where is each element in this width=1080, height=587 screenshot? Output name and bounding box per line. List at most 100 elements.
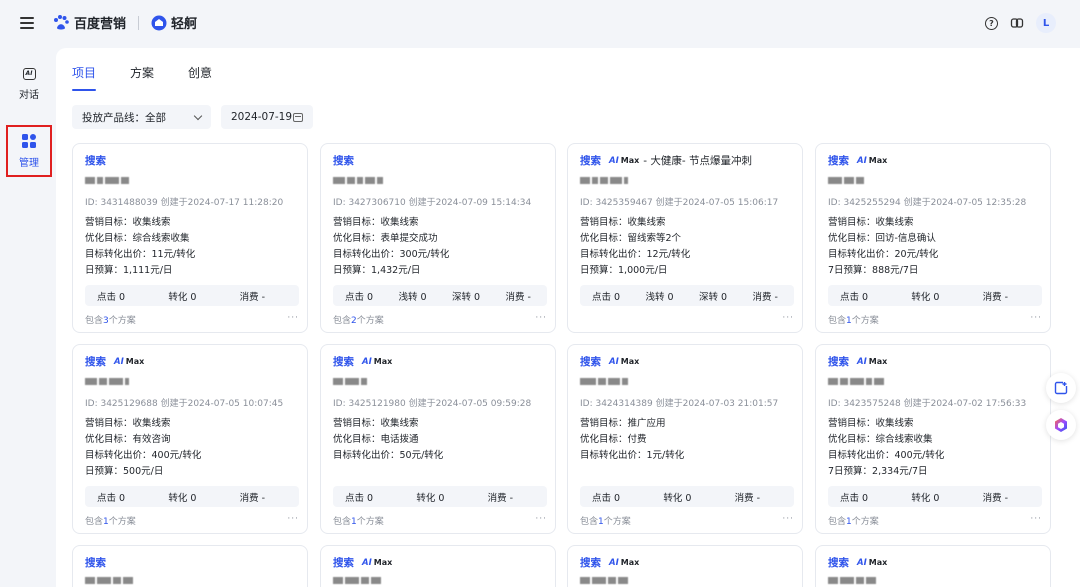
info-line: 目标转化出价：400元/转化: [828, 450, 945, 461]
card-stats: 点击 0 转化 0 消费 -: [828, 285, 1042, 306]
channel-tag: 搜索: [85, 557, 106, 569]
product-name: 轻舸: [171, 17, 198, 32]
date-picker[interactable]: 2024-07-19: [221, 105, 313, 129]
project-meta: ID: 3425359467 创建于2024-07-05 15:06:17: [580, 198, 779, 208]
plan-count[interactable]: 包含1个方案: [85, 514, 136, 527]
menu-icon[interactable]: [20, 17, 34, 29]
stat-item: 消费 -: [239, 291, 266, 303]
project-info: 营销目标：收集线索 优化目标：回访-信息确认 目标转化出价：20元/转化 7日预算：8…: [828, 215, 938, 279]
info-line: 优化目标：综合线索收集: [828, 434, 933, 445]
more-icon[interactable]: ···: [782, 313, 794, 323]
stat-item: 点击 0: [345, 492, 374, 504]
note-add-button[interactable]: [1046, 373, 1076, 403]
card-header: 搜索 AI Max - 大健康- 节点爆量冲刺: [580, 153, 752, 168]
project-name-blurred: [85, 575, 133, 585]
plan-count[interactable]: 包含1个方案: [333, 514, 384, 527]
info-line: 目标转化出价：300元/转化: [333, 249, 450, 260]
stat-item: 消费 -: [982, 291, 1009, 303]
stat-item: 消费 -: [734, 492, 761, 504]
project-card[interactable]: 搜索 AI Max ID: 3425121980 创建于2024-07-05 09:5…: [320, 344, 556, 534]
plan-count[interactable]: 包含1个方案: [828, 514, 879, 527]
stat-item: 点击 0: [840, 291, 869, 303]
avatar[interactable]: L: [1036, 13, 1056, 33]
tab-projects[interactable]: 项目: [72, 64, 97, 91]
stat-item: 点击 0: [345, 291, 374, 303]
plan-count-pre: 包含: [828, 316, 847, 326]
brand-logo[interactable]: 百度营销 轻舸: [52, 13, 197, 32]
project-name-blurred: [580, 175, 628, 185]
project-card[interactable]: 搜索 AI Max ID: 3423575248 创建于2024-07-02 17:5…: [815, 344, 1051, 534]
info-line: 营销目标：收集线索: [580, 217, 666, 228]
tab-plans[interactable]: 方案: [130, 64, 154, 91]
aimax-badge-ai: AI: [362, 356, 372, 367]
manage-grid-icon: [22, 133, 36, 148]
aimax-badge-max: Max: [125, 357, 145, 366]
project-card[interactable]: 搜索 AI Max - 大健康- 节点爆量冲刺 ID: 3425359467 创建于20…: [567, 143, 803, 333]
stat-item: 消费 -: [752, 291, 778, 303]
stat-item: 浅转 0: [398, 291, 427, 303]
project-card[interactable]: 搜索: [72, 545, 308, 587]
project-info: 营销目标：推广应用 优化目标：付费 目标转化出价：1元/转化: [580, 416, 684, 464]
more-icon[interactable]: ···: [287, 514, 299, 527]
more-icon[interactable]: ···: [1030, 514, 1042, 527]
info-line: 营销目标：收集线索: [85, 217, 171, 228]
more-icon[interactable]: ···: [287, 313, 299, 326]
card-stats: 点击 0 浅转 0 深转 0 消费 -: [580, 285, 794, 306]
plan-count[interactable]: 包含1个方案: [828, 313, 879, 326]
project-card[interactable]: 搜索 AI Max: [567, 545, 803, 587]
stat-item: 浅转 0: [645, 291, 674, 303]
info-line: 目标转化出价：1元/转化: [580, 450, 685, 461]
plan-count[interactable]: 包含3个方案: [85, 313, 136, 326]
tab-creatives[interactable]: 创意: [188, 64, 212, 91]
ai-assistant-icon: [1055, 418, 1067, 432]
card-footer: 包含2个方案 ···: [333, 313, 547, 326]
aimax-badge-max: Max: [373, 357, 393, 366]
project-card[interactable]: 搜索 ID: 3431488039 创建于2024-07-17 11:28:20 营…: [72, 143, 308, 333]
card-footer: 包含3个方案 ···: [85, 313, 299, 326]
more-icon[interactable]: ···: [535, 313, 547, 326]
card-footer: 包含1个方案 ···: [828, 514, 1042, 527]
project-card[interactable]: 搜索 AI Max: [815, 545, 1051, 587]
card-header: 搜索: [85, 555, 106, 570]
project-card[interactable]: 搜索 ID: 3427306710 创建于2024-07-09 15:14:34 营…: [320, 143, 556, 333]
project-name-blurred: [333, 175, 383, 185]
aimax-badge-max: Max: [620, 357, 640, 366]
card-header: 搜索 AI Max: [828, 354, 887, 369]
plan-count[interactable]: 包含1个方案: [580, 514, 631, 527]
project-name-suffix: - 大健康- 节点爆量冲刺: [643, 155, 753, 167]
channel-tag: 搜索: [580, 557, 601, 569]
more-icon[interactable]: ···: [535, 514, 547, 527]
more-icon[interactable]: ···: [782, 514, 794, 527]
sidebar-item-manage[interactable]: 管理: [6, 125, 52, 177]
info-line: 营销目标：收集线索: [333, 217, 419, 228]
tab-bar: 项目 方案 创意: [72, 64, 212, 91]
top-bar: 百度营销 轻舸 ? L: [0, 0, 1080, 48]
aimax-badge: AI Max: [362, 357, 392, 367]
project-info: 营销目标：收集线索 优化目标：电话拨通 目标转化出价：50元/转化: [333, 416, 443, 464]
info-line: 营销目标：收集线索: [85, 418, 171, 429]
project-meta: ID: 3425255294 创建于2024-07-05 12:35:28: [828, 198, 1027, 208]
help-circle-icon[interactable]: ?: [985, 16, 998, 30]
brand-name: 百度营销: [74, 17, 127, 32]
project-info: 营销目标：收集线索 优化目标：综合线索收集 目标转化出价：11元/转化 日预算：1,1…: [85, 215, 195, 279]
project-card[interactable]: 搜索 AI Max ID: 3425129688 创建于2024-07-05 10:0…: [72, 344, 308, 534]
info-line: 优化目标：有效咨询: [85, 434, 171, 445]
stat-item: 点击 0: [97, 291, 126, 303]
more-icon[interactable]: ···: [1030, 313, 1042, 326]
product-line-select[interactable]: 投放产品线：全部: [72, 105, 211, 129]
ai-chat-icon: AI: [22, 67, 36, 80]
sidebar-item-chat[interactable]: AI 对话: [6, 58, 52, 110]
card-footer: 包含1个方案 ···: [828, 313, 1042, 326]
project-card[interactable]: 搜索 AI Max ID: 3424314389 创建于2024-07-03 21:0…: [567, 344, 803, 534]
project-card[interactable]: 搜索 AI Max: [320, 545, 556, 587]
plan-count[interactable]: 包含2个方案: [333, 313, 384, 326]
card-header: 搜索: [333, 153, 354, 168]
product-line-value: 投放产品线：全部: [82, 111, 166, 124]
link-icon[interactable]: [1010, 16, 1024, 30]
ai-assistant-button[interactable]: [1046, 410, 1076, 440]
card-footer: 包含1个方案 ···: [580, 514, 794, 527]
project-card[interactable]: 搜索 AI Max ID: 3425255294 创建于2024-07-05 12:3…: [815, 143, 1051, 333]
project-info: 营销目标：收集线索 优化目标：表单提交成功 目标转化出价：300元/转化 日预算：1,…: [333, 215, 449, 279]
aimax-badge: AI Max: [609, 357, 639, 367]
plan-count-pre: 包含: [333, 517, 352, 527]
